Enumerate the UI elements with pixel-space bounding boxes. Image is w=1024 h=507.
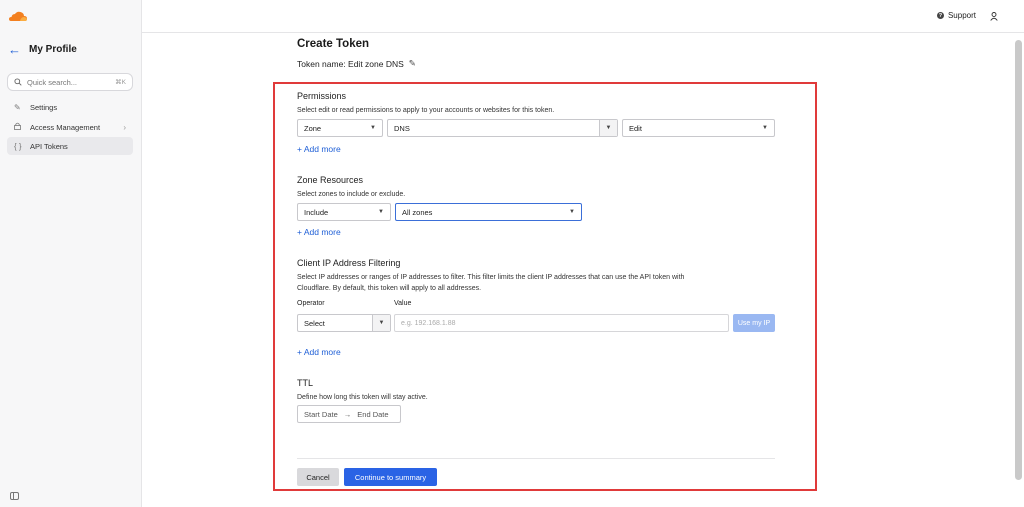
- sidebar-item-api-tokens[interactable]: { } API Tokens: [7, 137, 133, 155]
- edit-pencil-icon[interactable]: ✎: [409, 58, 416, 69]
- start-date-field[interactable]: Start Date: [304, 410, 338, 419]
- search-shortcut: ⌘K: [115, 79, 126, 86]
- sidebar-item-label: Access Management: [30, 122, 101, 132]
- chevron-down-icon: ▼: [569, 209, 575, 215]
- braces-icon: { }: [14, 141, 22, 151]
- chevron-down-icon: ▼: [762, 125, 768, 131]
- profile-title: My Profile: [29, 44, 77, 55]
- permission-resource-select[interactable]: DNS ▼: [387, 119, 618, 137]
- select-value: DNS: [394, 123, 410, 133]
- select-value: Select: [304, 318, 325, 328]
- zones-select[interactable]: All zones ▼: [395, 203, 582, 221]
- select-value: Include: [304, 207, 329, 217]
- search-placeholder: Quick search...: [27, 77, 78, 87]
- select-value: Zone: [304, 123, 322, 133]
- arrow-left-icon[interactable]: ←: [8, 42, 21, 57]
- page-title: Create Token: [297, 38, 370, 50]
- user-icon[interactable]: [990, 12, 998, 21]
- sidebar-item-access-management[interactable]: Access Management ›: [7, 118, 133, 136]
- lock-icon: [14, 122, 24, 132]
- use-my-ip-button[interactable]: Use my IP: [733, 314, 775, 332]
- permissions-description: Select edit or read permissions to apply…: [297, 107, 555, 114]
- profile-header: ← My Profile: [8, 42, 77, 57]
- token-name: Token name: Edit zone DNS ✎: [297, 58, 416, 69]
- ip-filtering-description-line1: Select IP addresses or ranges of IP addr…: [297, 274, 685, 281]
- chevron-down-icon: ▼: [370, 125, 376, 131]
- support-label: Support: [947, 11, 976, 20]
- chevron-down-icon: ▼: [372, 315, 390, 331]
- continue-to-summary-button[interactable]: Continue to summary: [344, 468, 437, 486]
- divider: [297, 458, 775, 459]
- ip-filtering-description-line2: Cloudflare. By default, this token will …: [297, 285, 482, 292]
- sidebar-item-label: Settings: [30, 102, 58, 112]
- add-more-permissions-link[interactable]: + Add more: [297, 144, 341, 154]
- chevron-down-icon: ▼: [378, 209, 384, 215]
- ttl-title: TTL: [297, 378, 314, 388]
- permission-access-select[interactable]: Edit ▼: [622, 119, 775, 137]
- ip-filtering-title: Client IP Address Filtering: [297, 258, 401, 268]
- zone-mode-select[interactable]: Include ▼: [297, 203, 391, 221]
- zone-resources-title: Zone Resources: [297, 175, 364, 185]
- value-label: Value: [394, 300, 412, 307]
- scrollbar[interactable]: [1015, 40, 1022, 480]
- ip-value-input[interactable]: e.g. 192.168.1.88: [394, 314, 729, 332]
- cloudflare-logo-icon[interactable]: [8, 10, 28, 22]
- end-date-field[interactable]: End Date: [357, 410, 388, 419]
- select-value: All zones: [402, 207, 433, 217]
- pencil-icon: ✎: [14, 102, 21, 112]
- permission-scope-select[interactable]: Zone ▼: [297, 119, 383, 137]
- chevron-right-icon: ›: [123, 122, 126, 132]
- topbar: ? Support: [142, 0, 1024, 33]
- ttl-date-range-picker[interactable]: Start Date → End Date: [297, 405, 401, 423]
- sidebar: ← My Profile Quick search... ⌘K ✎ Settin…: [0, 0, 142, 507]
- sidebar-item-label: API Tokens: [30, 141, 68, 151]
- add-more-zones-link[interactable]: + Add more: [297, 227, 341, 237]
- select-value: Edit: [629, 123, 642, 133]
- operator-label: Operator: [297, 300, 325, 307]
- ttl-description: Define how long this token will stay act…: [297, 394, 428, 401]
- token-name-text: Token name: Edit zone DNS: [297, 58, 404, 69]
- zone-resources-description: Select zones to include or exclude.: [297, 191, 406, 198]
- arrow-right-icon: →: [343, 409, 352, 419]
- cancel-button[interactable]: Cancel: [297, 468, 339, 486]
- sidebar-toggle-icon[interactable]: [10, 492, 19, 500]
- operator-select[interactable]: Select ▼: [297, 314, 391, 332]
- add-more-ip-link[interactable]: + Add more: [297, 347, 341, 357]
- search-icon: [14, 78, 22, 86]
- chevron-down-icon: ▼: [599, 120, 617, 136]
- support-button[interactable]: ? Support: [936, 11, 976, 20]
- sidebar-item-settings[interactable]: ✎ Settings: [7, 98, 133, 116]
- quick-search-input[interactable]: Quick search... ⌘K: [7, 73, 133, 91]
- permissions-title: Permissions: [297, 91, 347, 101]
- help-circle-icon: ?: [936, 12, 944, 19]
